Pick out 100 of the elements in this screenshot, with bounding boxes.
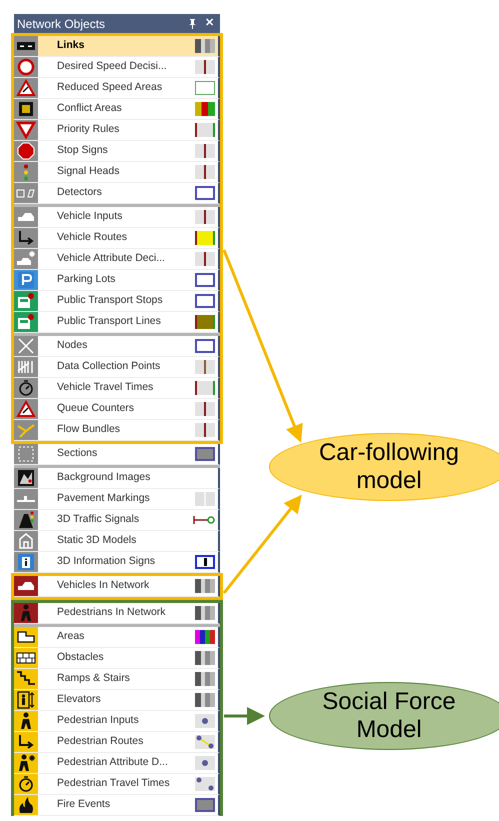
object-label: Vehicle Inputs [57, 209, 124, 224]
color-swatch[interactable] [195, 798, 215, 812]
color-swatch[interactable] [195, 381, 215, 395]
color-swatch[interactable] [195, 651, 215, 665]
color-swatch[interactable] [195, 210, 215, 224]
color-swatch[interactable] [195, 606, 215, 620]
color-swatch[interactable] [195, 102, 215, 116]
color-swatch[interactable] [195, 252, 215, 266]
object-label: Nodes [57, 338, 88, 354]
object-row[interactable]: Vehicle Inputs [14, 207, 220, 228]
color-swatch[interactable] [195, 144, 215, 158]
dot-swatch[interactable] [195, 777, 215, 791]
object-row[interactable]: Links [14, 36, 220, 57]
dot-swatch[interactable] [195, 714, 215, 728]
object-row[interactable]: Vehicles In Network [14, 576, 220, 597]
dot-swatch[interactable] [195, 756, 215, 770]
color-swatch[interactable] [195, 273, 215, 287]
signal-line-swatch[interactable] [193, 514, 215, 526]
color-swatch[interactable] [195, 294, 215, 308]
object-row[interactable]: Data Collection Points [14, 357, 220, 378]
object-row[interactable]: Signal Heads [14, 162, 220, 183]
color-swatch[interactable] [195, 123, 215, 137]
object-row[interactable]: Pedestrian Routes [14, 732, 220, 753]
object-row[interactable]: Pedestrian Attribute D... [14, 753, 220, 774]
color-swatch[interactable] [195, 339, 215, 353]
object-label: Pedestrian Inputs [57, 713, 140, 728]
marking-icon [17, 496, 35, 502]
object-label: 3D Information Signs [57, 554, 156, 570]
cross-icon [18, 338, 34, 354]
color-swatch[interactable] [195, 81, 215, 95]
color-swatch[interactable] [195, 60, 215, 74]
object-label: Public Transport Lines [57, 314, 162, 330]
color-swatch[interactable] [195, 360, 215, 374]
object-row[interactable]: Fire Events [14, 795, 220, 816]
color-swatch[interactable] [195, 186, 215, 200]
object-row[interactable]: Areas [14, 627, 220, 648]
color-swatch[interactable] [195, 693, 215, 707]
color-swatch[interactable] [195, 39, 215, 53]
object-row[interactable]: Vehicle Attribute Deci... [14, 249, 220, 270]
object-label: Vehicle Routes [57, 230, 128, 246]
object-label: Flow Bundles [57, 422, 122, 438]
object-row[interactable]: 3D Traffic Signals [14, 510, 220, 531]
object-row[interactable]: Obstacles [14, 648, 220, 669]
object-row[interactable]: Background Images [14, 468, 220, 489]
color-swatch[interactable] [195, 315, 215, 329]
panel-title: Network Objects [17, 16, 106, 32]
color-swatch[interactable] [195, 630, 215, 644]
dot-swatch[interactable] [195, 735, 215, 749]
object-row[interactable]: Parking Lots [14, 270, 220, 291]
color-swatch[interactable] [195, 672, 215, 686]
object-row[interactable]: Static 3D Models [14, 531, 220, 552]
object-row[interactable]: Detectors [14, 183, 220, 204]
object-label: Pedestrians In Network [57, 605, 167, 620]
object-row[interactable]: Pavement Markings [14, 489, 220, 510]
object-label: 3D Traffic Signals [57, 512, 140, 528]
object-row[interactable]: Pedestrian Inputs [14, 711, 220, 732]
object-label: Ramps & Stairs [57, 671, 131, 686]
object-row[interactable]: Pedestrian Travel Times [14, 774, 220, 795]
model-bubble: Social Force Model [269, 682, 499, 750]
object-row[interactable]: Reduced Speed Areas [14, 78, 220, 99]
object-row[interactable]: Public Transport Lines [14, 312, 220, 333]
object-row[interactable]: Sections [14, 444, 220, 465]
color-swatch[interactable] [195, 402, 215, 416]
object-label: Links [57, 38, 86, 54]
object-label: Pavement Markings [57, 491, 151, 506]
object-label: Areas [57, 629, 86, 644]
object-label: Reduced Speed Areas [57, 80, 164, 96]
car-icon [17, 212, 35, 222]
outline-shape-icon [17, 631, 35, 643]
color-swatch[interactable] [195, 423, 215, 437]
object-row[interactable]: Priority Rules [14, 120, 220, 141]
object-row[interactable]: Flow Bundles [14, 420, 220, 441]
object-row[interactable]: Queue Counters [14, 399, 220, 420]
object-label: Background Images [57, 470, 152, 486]
object-label: Priority Rules [57, 122, 120, 138]
object-row[interactable]: Pedestrians In Network [14, 603, 220, 624]
color-swatch[interactable] [195, 579, 215, 593]
object-row[interactable]: Public Transport Stops [14, 291, 220, 312]
object-label: Vehicles In Network [57, 578, 150, 594]
info-swatch[interactable] [195, 555, 215, 569]
object-row[interactable]: Elevators [14, 690, 220, 711]
object-label: Pedestrian Routes [57, 734, 144, 750]
car-icon [17, 581, 35, 591]
model-bubble: Car-following model [269, 433, 499, 501]
object-label: Conflict Areas [57, 101, 123, 116]
object-row[interactable]: Vehicle Routes [14, 228, 220, 249]
object-row[interactable]: Ramps & Stairs [14, 669, 220, 690]
object-label: Obstacles [57, 650, 105, 666]
object-row[interactable]: 3D Information Signs [14, 552, 220, 573]
pin-icon[interactable] [189, 18, 196, 28]
object-label: Queue Counters [57, 401, 136, 416]
object-label: Detectors [57, 185, 103, 200]
object-label: Data Collection Points [57, 359, 162, 374]
color-swatch[interactable] [195, 165, 215, 179]
color-swatch[interactable] [195, 231, 215, 245]
object-row[interactable]: Nodes [14, 336, 220, 357]
color-swatch[interactable] [195, 447, 215, 461]
color-swatch[interactable] [195, 492, 215, 506]
object-label: Elevators [57, 692, 102, 708]
close-button[interactable]: ✕ [205, 18, 214, 29]
